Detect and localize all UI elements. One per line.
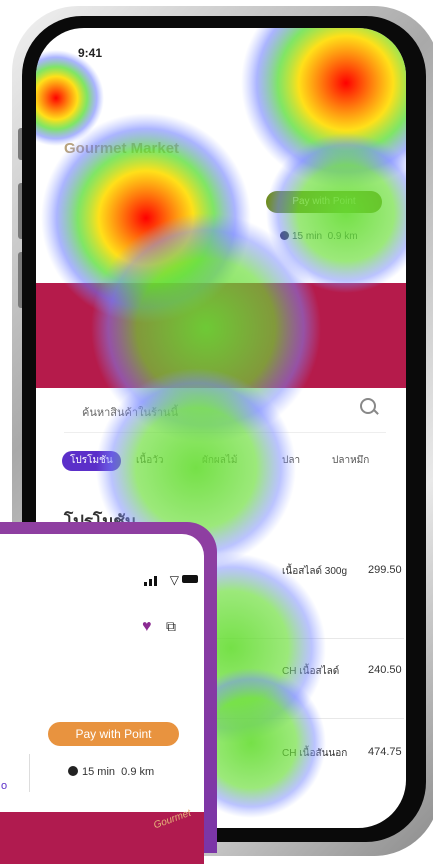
tab-squid[interactable]: ปลาหมึก: [324, 451, 377, 471]
battery-icon: [182, 575, 198, 583]
clock-icon: [68, 766, 78, 776]
eta-distance: 15 min 0.9 km: [68, 766, 154, 778]
clock-icon: [280, 231, 289, 240]
tab-veg-fruit[interactable]: ผักผลไม้: [194, 451, 246, 471]
product-price: 240.50: [368, 664, 402, 676]
store-banner: [36, 283, 406, 388]
product-price: 474.75: [368, 746, 402, 758]
heart-icon[interactable]: ♥: [142, 618, 152, 636]
distance-text: 0.9 km: [121, 766, 155, 778]
store-banner: Gourmet: [0, 808, 204, 864]
eta-distance: 15 min 0.9 km: [280, 231, 358, 242]
search-input[interactable]: ค้นหาสินค้าในร้านนี้: [82, 403, 178, 421]
product-price: 299.50: [368, 564, 402, 576]
share-icon[interactable]: ⧉: [166, 618, 176, 635]
pay-with-point-button[interactable]: Pay with Point: [48, 722, 179, 746]
tab-fish[interactable]: ปลา: [274, 451, 308, 471]
search-bar[interactable]: ค้นหาสินค้าในร้านนี้: [64, 386, 386, 433]
store-title: Gourmet Market: [64, 140, 180, 157]
eta-text: 15 min: [82, 766, 116, 778]
signal-icon: [144, 574, 166, 586]
tab-promotion[interactable]: โปรโมชัน: [62, 451, 121, 471]
distance-text: 0.9 km: [327, 231, 358, 242]
product-name[interactable]: เนื้อสไลด์ 300g: [282, 564, 347, 579]
wifi-icon: ▽: [169, 573, 179, 587]
zoom-card: ▽ ♥ ⧉ Pay with Point o 15 min 0.9 km Gou…: [0, 534, 204, 864]
pay-with-point-pill[interactable]: Pay with Point: [266, 191, 382, 213]
tab-beef[interactable]: เนื้อวัว: [128, 451, 172, 471]
status-time: 9:41: [78, 46, 103, 60]
banner-logo-text: Gourmet: [152, 807, 193, 832]
delivery-link[interactable]: o: [1, 780, 7, 792]
vertical-divider: [29, 754, 30, 792]
eta-text: 15 min: [292, 231, 323, 242]
zoom-card-frame: ▽ ♥ ⧉ Pay with Point o 15 min 0.9 km Gou…: [0, 522, 217, 864]
product-name[interactable]: CH เนื้อสไลด์: [282, 664, 339, 679]
search-icon[interactable]: [360, 398, 376, 414]
product-name[interactable]: CH เนื้อสันนอก: [282, 746, 347, 761]
